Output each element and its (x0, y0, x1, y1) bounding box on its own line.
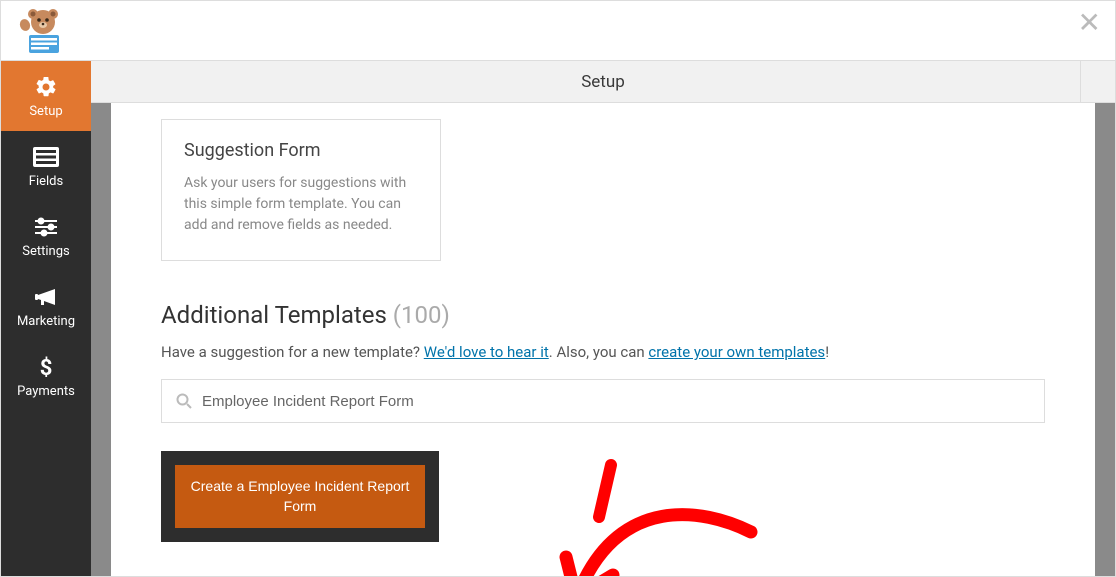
create-own-link[interactable]: create your own templates (648, 343, 825, 361)
sidebar-item-label: Fields (29, 174, 63, 189)
additional-heading-text: Additional Templates (161, 301, 387, 329)
gear-icon (33, 75, 59, 99)
sidebar-item-label: Settings (22, 244, 69, 259)
bullhorn-icon (33, 285, 59, 309)
suggest-mid: . Also, you can (549, 343, 649, 361)
suggest-suffix: ! (825, 343, 829, 361)
main-area: Setup Suggestion Form Ask your users for… (91, 61, 1115, 576)
close-button[interactable]: ✕ (1078, 9, 1101, 37)
suggest-link[interactable]: We'd love to hear it (424, 343, 549, 361)
sidebar-item-label: Marketing (17, 314, 75, 329)
sidebar-item-payments[interactable]: $ Payments (1, 341, 91, 411)
list-icon (33, 145, 59, 169)
sidebar-item-marketing[interactable]: Marketing (1, 271, 91, 341)
sidebar-item-setup[interactable]: Setup (1, 61, 91, 131)
sliders-icon (33, 215, 59, 239)
template-card[interactable]: Suggestion Form Ask your users for sugge… (161, 119, 441, 261)
dollar-icon: $ (33, 355, 59, 379)
suggest-prefix: Have a suggestion for a new template? (161, 343, 424, 361)
additional-templates-heading: Additional Templates (100) (161, 301, 1045, 329)
topbar: ✕ (1, 1, 1115, 61)
logo (11, 5, 75, 57)
template-search-input[interactable] (202, 393, 1030, 410)
arrow-annotation (551, 457, 771, 576)
page-title-bar: Setup (91, 61, 1115, 103)
template-card-desc: Ask your users for suggestions with this… (184, 173, 418, 236)
suggest-line: Have a suggestion for a new template? We… (161, 343, 1045, 361)
search-icon (176, 393, 192, 409)
additional-count: (100) (393, 301, 450, 329)
create-template-button[interactable]: Create a Employee Incident Report Form (175, 465, 425, 528)
sidebar-item-label: Setup (29, 104, 62, 119)
sidebar-item-label: Payments (17, 384, 75, 399)
sidebar-item-fields[interactable]: Fields (1, 131, 91, 201)
template-search[interactable] (161, 379, 1045, 423)
create-button-wrap: Create a Employee Incident Report Form (161, 451, 439, 542)
template-card-title: Suggestion Form (184, 140, 418, 161)
page-title: Setup (581, 72, 625, 92)
content-panel: Suggestion Form Ask your users for sugge… (111, 103, 1095, 576)
sidebar-item-settings[interactable]: Settings (1, 201, 91, 271)
svg-text:$: $ (40, 356, 53, 379)
sidebar: Setup Fields Settings (1, 61, 91, 576)
